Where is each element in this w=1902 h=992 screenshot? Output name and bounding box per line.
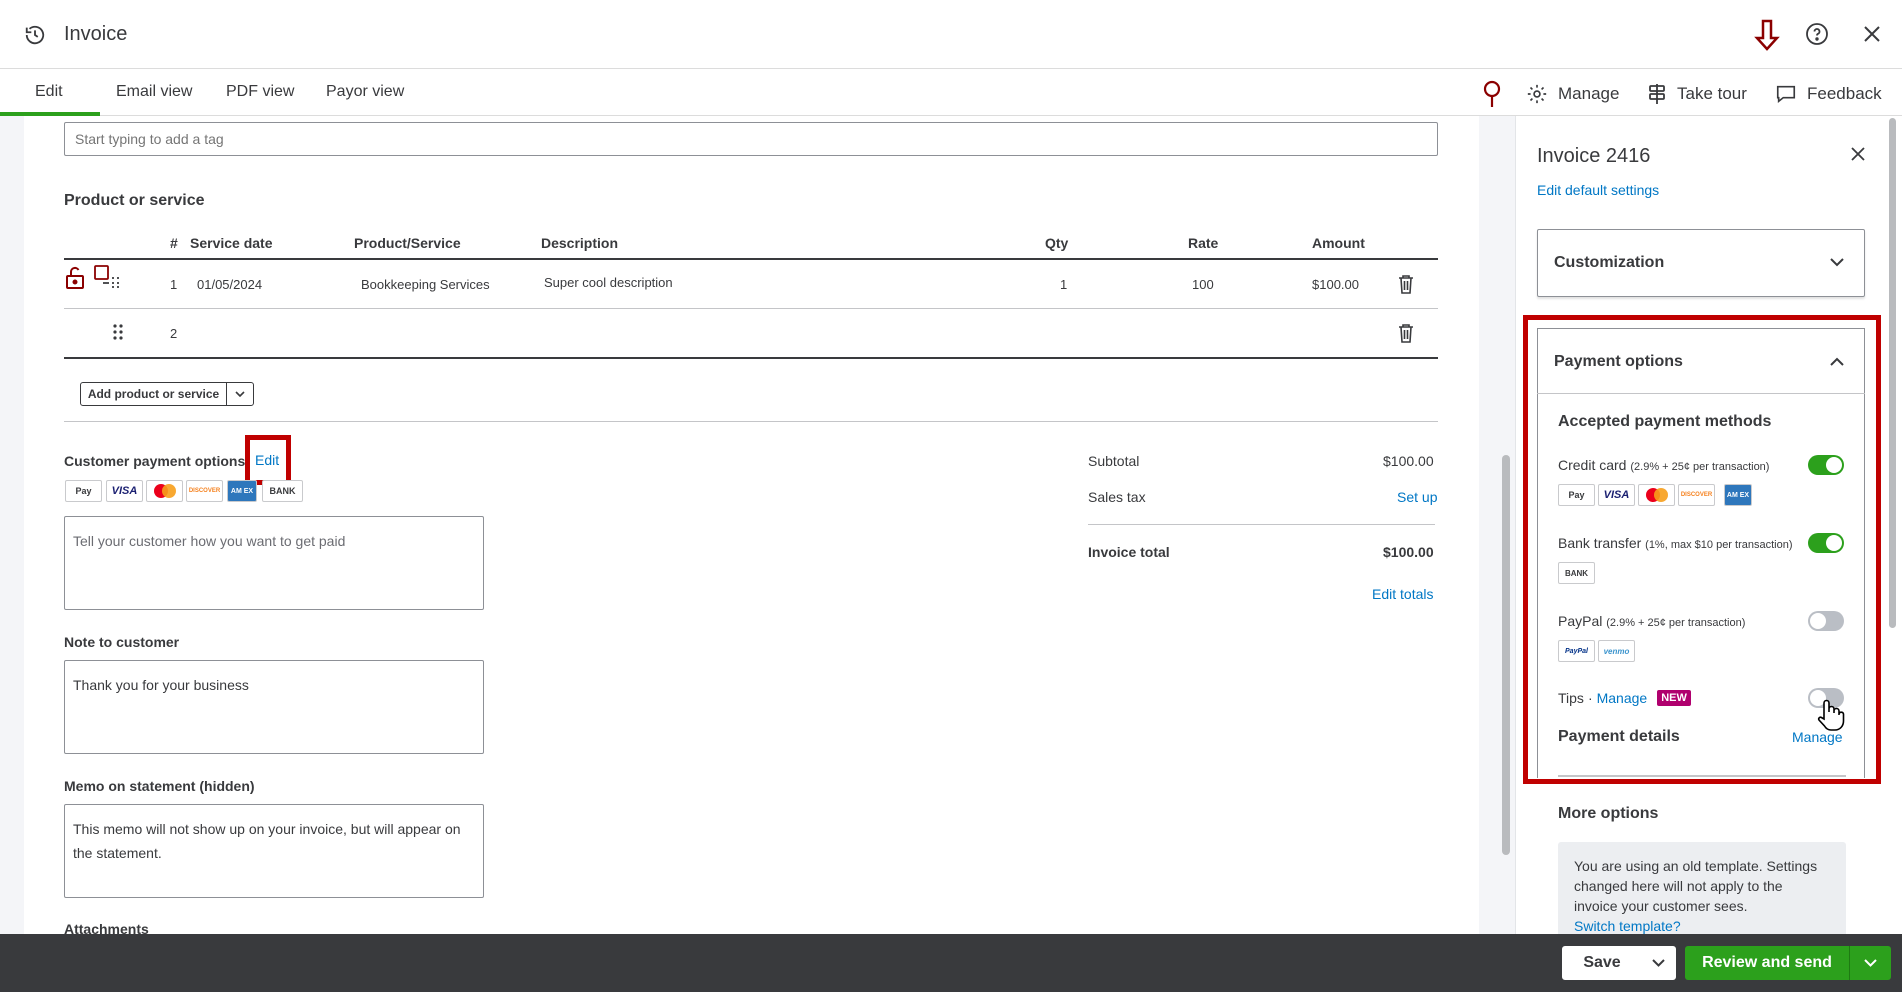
add-product-dropdown[interactable] xyxy=(226,383,253,405)
divider xyxy=(1088,524,1435,525)
chevron-down-icon xyxy=(1651,959,1665,967)
table-row[interactable] xyxy=(64,260,1438,309)
history-icon[interactable] xyxy=(24,24,46,46)
payment-options-label: Customer payment options xyxy=(64,453,246,469)
edit-totals-link[interactable]: Edit totals xyxy=(1372,586,1433,602)
review-send-dropdown[interactable] xyxy=(1849,946,1891,980)
drag-handle-icon[interactable] xyxy=(113,324,123,340)
close-panel-icon[interactable] xyxy=(1850,146,1866,162)
footer-bar: Save Review and send xyxy=(0,934,1902,992)
product-section-title: Product or service xyxy=(64,192,205,209)
row-num: 2 xyxy=(170,326,178,341)
mastercard-icon xyxy=(146,480,183,502)
title-bar: Invoice xyxy=(0,0,1902,69)
page-title: Invoice xyxy=(64,23,128,45)
row-num: 1 xyxy=(170,277,178,292)
col-rate: Rate xyxy=(1188,235,1219,251)
panel-scrollbar[interactable] xyxy=(1889,118,1896,628)
multi-select-icon[interactable] xyxy=(93,264,125,290)
gear-icon xyxy=(1526,83,1548,105)
payment-options-highlight xyxy=(1523,315,1881,784)
save-button[interactable]: Save xyxy=(1563,954,1641,972)
save-split-button: Save xyxy=(1562,946,1676,980)
subtotal-label: Subtotal xyxy=(1088,453,1140,469)
memo-field[interactable]: This memo will not show up on your invoi… xyxy=(64,804,484,898)
panel-title: Invoice 2416 xyxy=(1537,145,1651,167)
notice-text: You are using an old template. Settings … xyxy=(1574,858,1818,914)
take-tour-label: Take tour xyxy=(1677,84,1747,103)
subtotal-value: $100.00 xyxy=(1383,453,1434,469)
amex-icon: AM EX xyxy=(227,480,257,502)
manage-label: Manage xyxy=(1558,84,1620,103)
col-num: # xyxy=(170,235,178,251)
pin-icon[interactable] xyxy=(1481,80,1503,108)
row-qty[interactable]: 1 xyxy=(1060,277,1067,292)
edit-payment-options-link[interactable]: Edit xyxy=(255,452,279,468)
payment-instructions-field[interactable]: Tell your customer how you want to get p… xyxy=(64,516,484,610)
memo-label: Memo on statement (hidden) xyxy=(64,778,255,794)
manage-button[interactable]: Manage xyxy=(1526,83,1619,105)
tab-payor-view[interactable]: Payor view xyxy=(326,83,404,101)
apple-pay-icon: Pay xyxy=(65,480,102,502)
visa-icon: VISA xyxy=(106,480,143,502)
row-amount: $100.00 xyxy=(1312,277,1359,292)
signpost-icon xyxy=(1647,83,1667,105)
review-send-split-button: Review and send xyxy=(1685,946,1891,980)
tab-edit[interactable]: Edit xyxy=(35,83,63,101)
view-tabs: Edit Email view PDF view Payor view Mana… xyxy=(0,69,1902,116)
divider xyxy=(64,421,1438,422)
trash-icon[interactable] xyxy=(1398,323,1414,343)
col-qty: Qty xyxy=(1045,235,1069,251)
more-options-title: More options xyxy=(1558,805,1659,822)
take-tour-button[interactable]: Take tour xyxy=(1647,83,1747,105)
close-icon[interactable] xyxy=(1862,24,1882,44)
old-template-notice: You are using an old template. Settings … xyxy=(1558,842,1846,938)
note-to-customer-field[interactable]: Thank you for your business xyxy=(64,660,484,754)
arrow-down-icon xyxy=(1752,19,1782,51)
col-description: Description xyxy=(541,235,619,251)
tab-email-view[interactable]: Email view xyxy=(116,83,192,101)
help-icon[interactable] xyxy=(1805,22,1829,46)
add-product-split-button: Add product or service xyxy=(80,382,254,406)
speech-bubble-icon xyxy=(1775,83,1797,105)
tab-pdf-view[interactable]: PDF view xyxy=(226,83,294,101)
row-description[interactable]: Super cool description xyxy=(544,275,673,290)
sales-tax-label: Sales tax xyxy=(1088,489,1146,505)
row-service-date[interactable]: 01/05/2024 xyxy=(197,277,262,292)
row-product[interactable]: Bookkeeping Services xyxy=(361,277,490,292)
edit-default-settings-link[interactable]: Edit default settings xyxy=(1537,182,1659,198)
trash-icon[interactable] xyxy=(1398,274,1414,294)
sales-tax-setup-link[interactable]: Set up xyxy=(1397,489,1437,505)
feedback-label: Feedback xyxy=(1807,84,1882,103)
add-product-button[interactable]: Add product or service xyxy=(81,387,226,401)
bank-icon: BANK xyxy=(262,480,303,502)
switch-template-link[interactable]: Switch template? xyxy=(1574,918,1681,934)
feedback-button[interactable]: Feedback xyxy=(1775,83,1882,105)
chevron-down-icon xyxy=(1830,258,1844,267)
chevron-down-icon xyxy=(1864,959,1877,967)
table-row[interactable] xyxy=(64,309,1438,359)
discover-icon: DISCOVER xyxy=(186,480,223,502)
save-dropdown[interactable] xyxy=(1641,959,1675,967)
col-product: Product/Service xyxy=(354,235,461,251)
note-label: Note to customer xyxy=(64,634,180,650)
chevron-down-icon xyxy=(235,391,245,397)
col-service-date: Service date xyxy=(190,235,273,251)
unlock-icon[interactable] xyxy=(63,266,87,290)
invoice-total-value: $100.00 xyxy=(1383,544,1434,560)
customization-label: Customization xyxy=(1554,254,1665,271)
row-rate[interactable]: 100 xyxy=(1192,277,1214,292)
tag-input[interactable] xyxy=(64,122,1438,156)
col-amount: Amount xyxy=(1312,235,1365,251)
main-scrollbar[interactable] xyxy=(1502,455,1510,855)
invoice-total-label: Invoice total xyxy=(1088,544,1170,560)
review-and-send-button[interactable]: Review and send xyxy=(1685,954,1849,972)
